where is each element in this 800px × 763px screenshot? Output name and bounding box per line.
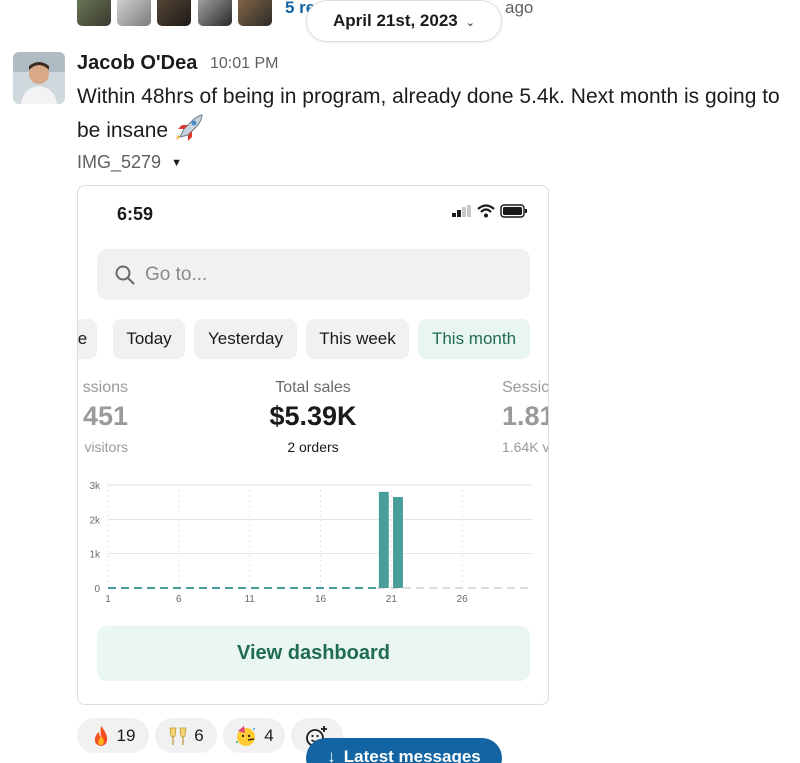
file-toggle[interactable]: IMG_5279 ▼	[77, 152, 182, 173]
chart-x-tick-label: 1	[105, 594, 111, 605]
rocket-icon	[175, 114, 203, 141]
chart-x-tick-label: 21	[386, 594, 398, 605]
message-body: Within 48hrs of being in program, alread…	[77, 81, 792, 147]
chart-x-tick-label: 16	[315, 594, 327, 605]
last-reply-time: ago	[505, 0, 534, 17]
reply-avatar	[77, 0, 111, 26]
sales-chart: 3k2k1k01 6 11 16 21 26	[89, 481, 533, 605]
date-divider-button[interactable]: April 21st, 2023 ⌄	[306, 0, 502, 42]
view-dashboard-button[interactable]: View dashboard	[97, 626, 530, 681]
date-range-chip[interactable]: e	[78, 319, 97, 359]
metric-sub: 2 orders	[287, 439, 339, 455]
clinking-glasses-icon	[169, 727, 187, 745]
metric-sub: visitors	[84, 439, 128, 455]
reply-avatar	[117, 0, 151, 26]
reaction-count: 6	[194, 725, 204, 745]
metric-card-sessions[interactable]: ssions 451 visitors	[78, 379, 128, 455]
metric-label: Total sales	[275, 379, 351, 396]
search-input[interactable]: Go to...	[97, 249, 530, 300]
metric-card-sessions-2[interactable]: Sessic 1.81 1.64K v	[502, 379, 549, 455]
reply-avatar	[238, 0, 272, 26]
signal-icon	[452, 205, 471, 217]
caret-down-icon: ▼	[171, 156, 182, 169]
metric-value: $5.39K	[269, 401, 357, 431]
latest-messages-button[interactable]: ↓ Latest messages	[306, 738, 502, 763]
chevron-down-icon: ⌄	[465, 16, 475, 29]
reaction-clinking-glasses[interactable]: 6	[155, 718, 217, 753]
metric-card-total-sales[interactable]: Total sales $5.39K 2 orders	[238, 379, 388, 455]
avatar[interactable]	[13, 52, 65, 104]
search-icon	[115, 265, 135, 285]
metric-sub: 1.64K v	[502, 439, 549, 455]
latest-messages-label: Latest messages	[343, 747, 481, 763]
date-range-chip-this-month[interactable]: This month	[418, 319, 530, 359]
fire-icon	[94, 725, 107, 746]
image-attachment[interactable]: 6:59 Go to... e Today Yesterday This wee…	[77, 185, 549, 705]
message-timestamp[interactable]: 10:01 PM	[210, 55, 278, 73]
arrow-down-icon: ↓	[327, 747, 336, 763]
date-divider-label: April 21st, 2023	[333, 11, 458, 30]
reaction-count: 4	[264, 725, 274, 745]
phone-clock: 6:59	[117, 204, 154, 224]
chart-x-tick-label: 6	[176, 594, 182, 605]
date-range-chip-yesterday[interactable]: Yesterday	[194, 319, 297, 359]
chart-y-tick-label: 1k	[89, 550, 101, 561]
chart-x-tick-label: 11	[244, 594, 255, 605]
battery-icon	[500, 204, 527, 218]
chart-y-tick-label: 2k	[89, 515, 101, 526]
reaction-fire[interactable]: 19	[77, 718, 149, 753]
reply-avatar	[157, 0, 191, 26]
reaction-partying-face[interactable]: 4	[223, 718, 285, 753]
metric-value: 451	[82, 401, 128, 431]
chart-bar	[393, 497, 403, 588]
reply-avatar	[198, 0, 232, 26]
reaction-count: 19	[116, 725, 136, 745]
chart-x-tick-label: 26	[457, 594, 469, 605]
metric-label: ssions	[82, 379, 128, 396]
metric-label: Sessic	[502, 379, 549, 396]
phone-status-bar	[452, 204, 528, 218]
file-name: IMG_5279	[77, 152, 162, 172]
wifi-icon	[477, 204, 495, 218]
chart-y-tick-label: 0	[94, 584, 100, 595]
search-placeholder: Go to...	[145, 263, 208, 285]
chart-y-tick-label: 3k	[89, 481, 101, 492]
metric-value: 1.81	[502, 401, 548, 431]
partying-face-icon	[236, 725, 256, 746]
chart-bar	[378, 491, 389, 588]
date-range-chip-this-week[interactable]: This week	[306, 319, 409, 359]
date-range-chip-today[interactable]: Today	[113, 319, 185, 359]
message-author[interactable]: Jacob O'Dea	[77, 52, 197, 75]
